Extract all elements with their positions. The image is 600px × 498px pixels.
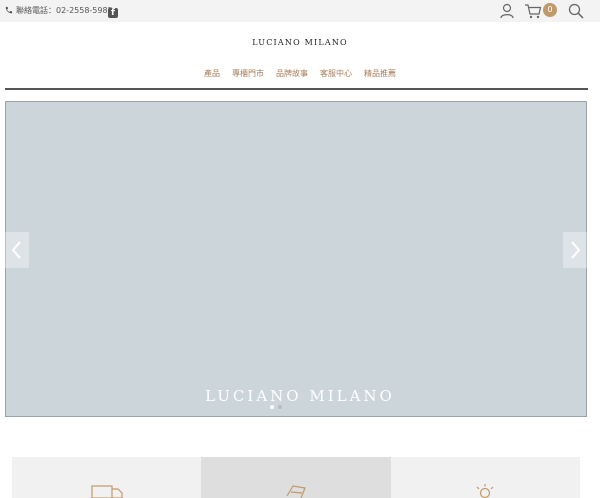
top-bar: 聯絡電話：02-2558-5985 f 0 <box>0 0 600 22</box>
brand-logo[interactable]: LUCIANO MILANO <box>0 38 600 47</box>
facebook-icon[interactable]: f <box>108 8 118 18</box>
cart-count-badge: 0 <box>543 3 557 17</box>
service-card-payment[interactable] <box>201 457 391 498</box>
truck-icon <box>91 485 123 498</box>
cart-icon[interactable] <box>524 2 542 20</box>
card-icon <box>286 485 306 498</box>
carousel-next-button[interactable] <box>563 232 587 268</box>
chevron-left-icon <box>11 241 21 259</box>
nav-item-customer-service[interactable]: 客服中心 <box>320 68 352 79</box>
phone-icon <box>5 6 13 13</box>
main-nav: 產品 專櫃門市 品牌故事 客服中心 精品推薦 <box>0 68 600 79</box>
service-card-shipping[interactable] <box>12 457 202 498</box>
phone-contact: 聯絡電話：02-2558-5985 <box>4 4 113 16</box>
carousel-dots <box>270 405 282 409</box>
nav-item-featured[interactable]: 精品推薦 <box>364 68 396 79</box>
carousel-dot[interactable] <box>270 405 274 409</box>
carousel-prev-button[interactable] <box>5 232 29 268</box>
search-icon[interactable] <box>567 2 585 20</box>
nav-item-stores[interactable]: 專櫃門市 <box>232 68 264 79</box>
chevron-right-icon <box>571 241 581 259</box>
hero-brand-text: LUCIANO MILANO <box>205 387 395 405</box>
user-icon[interactable] <box>498 2 516 20</box>
carousel-dot[interactable] <box>278 405 282 409</box>
nav-item-brand-story[interactable]: 品牌故事 <box>276 68 308 79</box>
phone-label: 聯絡電話：02-2558-5985 <box>16 5 113 15</box>
service-cards <box>12 457 580 498</box>
hero-banner-image[interactable] <box>5 101 587 417</box>
nav-divider <box>5 88 588 90</box>
service-card-tips[interactable] <box>390 457 580 498</box>
nav-item-products[interactable]: 產品 <box>204 68 220 79</box>
lightbulb-icon <box>476 484 494 498</box>
